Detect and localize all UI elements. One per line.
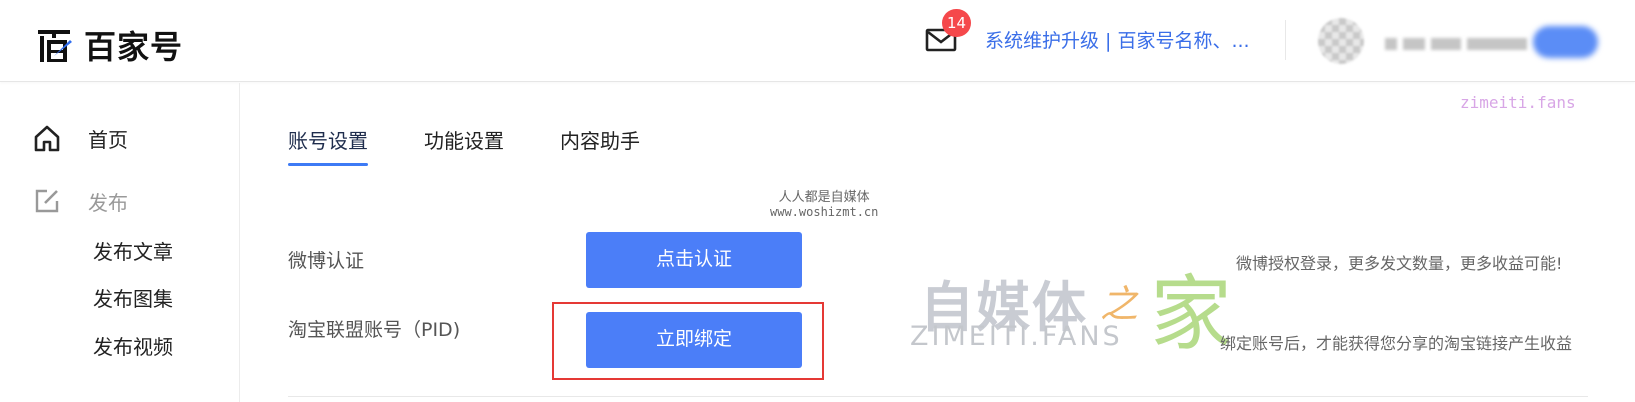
- watermark-logo: 自媒体 之 家 ZIMEITI.FANS: [910, 255, 1270, 362]
- weibo-verify-hint: 微博授权登录，更多发文数量，更多收益可能!: [1236, 254, 1563, 273]
- sidebar-item-publish-video[interactable]: 发布视频: [93, 331, 173, 360]
- sidebar-item-label: 首页: [88, 127, 128, 152]
- taobao-pid-hint: 绑定账号后，才能获得您分享的淘宝链接产生收益: [1220, 334, 1573, 353]
- system-notice-link[interactable]: 系统维护升级 | 百家号名称、...: [985, 26, 1250, 53]
- bind-now-button[interactable]: 立即绑定: [586, 312, 802, 368]
- weibo-verify-label: 微博认证: [288, 250, 365, 272]
- blurred-username: [1385, 38, 1527, 50]
- watermark-text: ZIMEITI.FANS: [910, 321, 1123, 352]
- watermark-line: www.woshizmt.cn: [770, 205, 879, 219]
- weibo-verify-button[interactable]: 点击认证: [586, 232, 802, 288]
- avatar[interactable]: [1318, 18, 1364, 64]
- taobao-pid-label: 淘宝联盟账号（PID): [288, 319, 461, 341]
- sidebar: 首页 发布 发布文章 发布图集 发布视频: [0, 83, 240, 402]
- settings-tabs: 账号设置 功能设置 内容助手: [288, 125, 640, 166]
- tab-feature-settings[interactable]: 功能设置: [424, 125, 504, 166]
- sidebar-item-publish-article[interactable]: 发布文章: [93, 236, 173, 265]
- sidebar-item-publish-gallery[interactable]: 发布图集: [93, 283, 173, 312]
- logo-text: 百家号: [84, 28, 184, 66]
- header-divider: [1285, 20, 1286, 60]
- top-header: 百家号 14 系统维护升级 | 百家号名称、...: [0, 0, 1635, 82]
- home-icon: [32, 123, 62, 153]
- blurred-account-button[interactable]: [1533, 26, 1598, 58]
- edit-icon: [32, 186, 62, 216]
- logo[interactable]: 百家号: [36, 22, 183, 68]
- unread-count-badge: 14: [942, 9, 972, 37]
- sidebar-item-home[interactable]: 首页: [32, 123, 128, 153]
- watermark-text: 之: [1100, 282, 1139, 326]
- tab-account-settings[interactable]: 账号设置: [288, 125, 368, 166]
- sidebar-item-publish[interactable]: 发布: [32, 186, 128, 216]
- watermark-line: 人人都是自媒体: [778, 190, 870, 205]
- section-divider: [288, 396, 1588, 397]
- baijiahao-logo-icon: [36, 26, 74, 64]
- watermark-top-right: zimeiti.fans: [1460, 93, 1576, 112]
- sidebar-item-label: 发布: [88, 190, 128, 215]
- tab-content-assistant[interactable]: 内容助手: [560, 125, 640, 166]
- watermark-center: 人人都是自媒体 www.woshizmt.cn: [770, 186, 878, 219]
